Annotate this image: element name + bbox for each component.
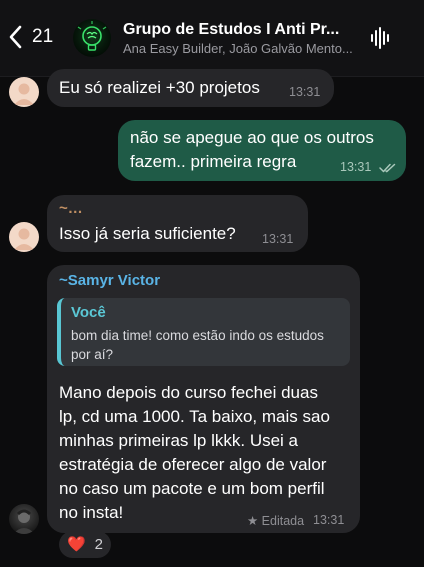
message-text-line: fazem.. primeira regra xyxy=(130,152,297,171)
message-text-line: Mano depois do curso fechei duas xyxy=(59,383,318,402)
unread-count: 21 xyxy=(32,26,54,47)
chat-members[interactable]: Ana Easy Builder, João Galvão Mento... xyxy=(123,41,363,56)
person-placeholder-icon xyxy=(14,83,34,105)
quoted-message[interactable]: Você bom dia time! como estão indo os es… xyxy=(57,298,350,366)
message-text: Eu só realizei +30 projetos xyxy=(59,78,260,97)
avatar[interactable] xyxy=(9,222,39,252)
edited-label: ★ Editada xyxy=(247,514,305,528)
lightbulb-brain-icon xyxy=(77,21,107,51)
avatar[interactable] xyxy=(9,504,39,534)
double-check-icon xyxy=(379,163,396,173)
quote-author: Você xyxy=(71,304,106,321)
message-bubble-outgoing[interactable]: não se apegue ao que os outros fazem.. p… xyxy=(118,120,406,181)
message-text-line: não se apegue ao que os outros xyxy=(130,128,374,147)
message-text-line: no insta! xyxy=(59,503,124,522)
chat-title[interactable]: Grupo de Estudos I Anti Pr... xyxy=(123,21,363,39)
sender-name[interactable]: ~… xyxy=(59,200,83,217)
sender-name[interactable]: ~Samyr Victor xyxy=(59,272,160,289)
message-time: 13:31 xyxy=(313,513,345,527)
message-time: 13:31 xyxy=(289,85,321,99)
message-text-line: no caso um pacote e um bom perfil xyxy=(59,479,325,498)
back-button[interactable]: 21 xyxy=(6,22,53,52)
reaction-pill[interactable]: ❤️ 2 xyxy=(59,531,111,558)
chevron-left-icon xyxy=(9,25,22,49)
group-avatar[interactable] xyxy=(73,19,111,57)
message-text-line: estratégia de oferecer algo de valor xyxy=(59,455,327,474)
reaction-count: 2 xyxy=(94,536,104,553)
message-text-line: minhas primeiras lp lkkk. Usei a xyxy=(59,431,299,450)
person-placeholder-icon xyxy=(14,228,34,250)
message-time: 13:31 xyxy=(262,232,294,246)
message-text-line: lp, cd uma 1000. Ta baixo, mais sao xyxy=(59,407,330,426)
message-bubble[interactable]: ~… Isso já seria suficiente? 13:31 xyxy=(47,195,308,252)
chat-screen: 21 Grupo de Estudos I Anti Pr... Ana Eas… xyxy=(0,0,424,567)
message-bubble-reply[interactable]: ~Samyr Victor Você bom dia time! como es… xyxy=(47,265,360,533)
message-time: 13:31 xyxy=(340,160,372,174)
chat-header: 21 Grupo de Estudos I Anti Pr... Ana Eas… xyxy=(0,0,424,77)
avatar[interactable] xyxy=(9,77,39,107)
quote-text-line: bom dia time! como estão indo os estudos xyxy=(71,328,324,343)
message-text: Isso já seria suficiente? xyxy=(59,224,236,243)
waveform-icon xyxy=(371,27,389,49)
quote-text-line: por aí? xyxy=(71,347,114,362)
voice-chat-button[interactable] xyxy=(370,26,392,55)
message-bubble[interactable]: Eu só realizei +30 projetos 13:31 xyxy=(47,69,334,107)
heart-icon: ❤️ xyxy=(66,536,86,553)
person-photo-icon xyxy=(13,509,35,534)
